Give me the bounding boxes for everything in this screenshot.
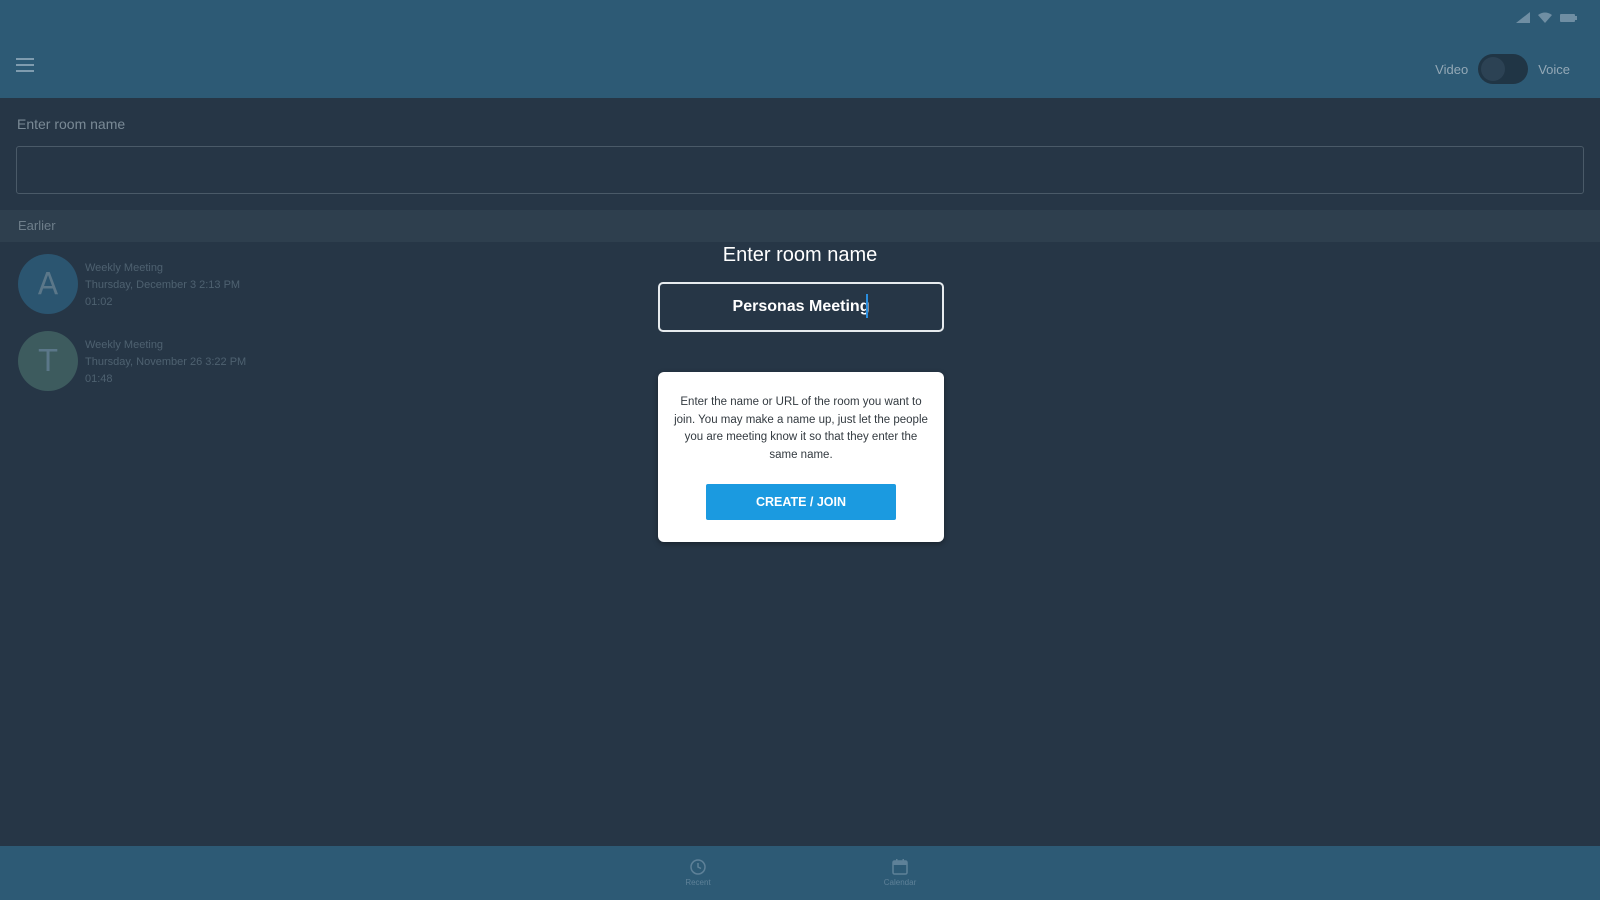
wifi-icon	[1538, 12, 1552, 23]
history-item-duration: 01:48	[85, 373, 113, 385]
nav-calendar[interactable]: Calendar	[870, 858, 930, 887]
app-bar: Video Voice	[0, 40, 1600, 98]
video-mode-label: Video	[1435, 61, 1469, 77]
history-section-label: Earlier	[18, 218, 56, 233]
text-caret	[866, 294, 868, 318]
avatar: A	[18, 254, 78, 314]
history-item-date: Thursday, November 26 3:22 PM	[85, 356, 247, 368]
room-name-input[interactable]	[16, 146, 1584, 194]
history-item-date: Thursday, December 3 2:13 PM	[85, 279, 241, 291]
system-icons	[1516, 12, 1578, 23]
call-mode-switch: Video Voice	[1435, 52, 1570, 86]
clock-icon	[690, 859, 706, 875]
nav-recent-label: Recent	[685, 878, 711, 887]
signal-icon	[1516, 12, 1530, 23]
nav-recent[interactable]: Recent	[668, 858, 728, 887]
history-item-meta: Weekly Meeting Thursday, December 3 2:13…	[85, 260, 240, 311]
hint-text: Enter the name or URL of the room you wa…	[674, 396, 928, 461]
overlay-title: Enter room name	[722, 244, 878, 266]
calendar-icon	[892, 859, 908, 875]
history-item-title: Weekly Meeting	[85, 262, 164, 274]
overlay-room-input[interactable]	[658, 282, 944, 332]
hint-card: Enter the name or URL of the room you wa…	[658, 372, 944, 542]
status-bar	[0, 0, 1600, 40]
history-item-duration: 01:02	[85, 296, 113, 308]
battery-icon	[1560, 13, 1577, 22]
video-voice-toggle[interactable]	[1478, 54, 1529, 84]
create-join-button[interactable]: CREATE / JOIN	[706, 484, 896, 520]
history-item-meta: Weekly Meeting Thursday, November 26 3:2…	[85, 337, 246, 388]
history-section-header: Earlier	[0, 210, 1600, 242]
history-item[interactable]: T Weekly Meeting Thursday, November 26 3…	[18, 331, 338, 393]
voice-mode-label: Voice	[1538, 61, 1570, 77]
menu-button[interactable]	[16, 58, 40, 80]
history-item-title: Weekly Meeting	[85, 339, 164, 351]
avatar: T	[18, 331, 78, 391]
toggle-knob	[1481, 57, 1506, 81]
hamburger-menu-icon	[16, 58, 34, 72]
room-field-label: Enter room name	[17, 116, 126, 132]
history-item[interactable]: A Weekly Meeting Thursday, December 3 2:…	[18, 254, 338, 316]
nav-calendar-label: Calendar	[883, 878, 917, 887]
bottom-navigation: Recent Calendar	[0, 846, 1600, 900]
